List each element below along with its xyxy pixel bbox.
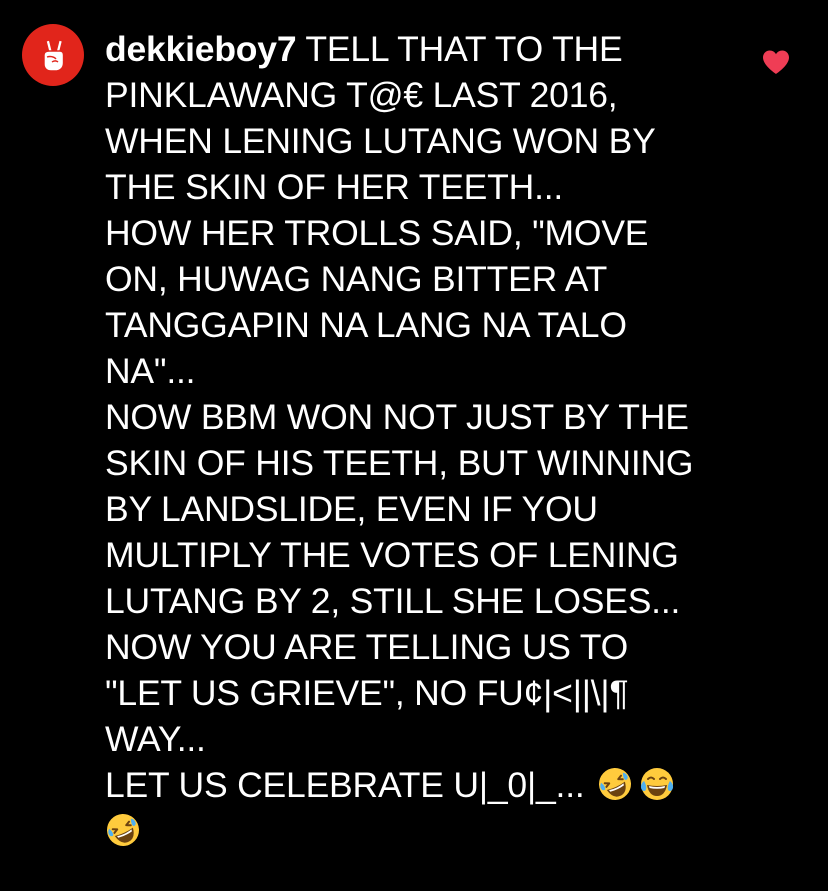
comment-line: ON, HUWAG NANG BITTER AT: [105, 259, 608, 299]
comment-line: NOW BBM WON NOT JUST BY THE: [105, 397, 689, 437]
comment-line: SKIN OF HIS TEETH, BUT WINNING: [105, 443, 694, 483]
comment-line: dekkieboy7 TELL THAT TO THE: [105, 29, 623, 69]
comment-line: LUTANG BY 2, STILL SHE LOSES...: [105, 581, 681, 621]
comment-text: dekkieboy7 TELL THAT TO THE PINKLAWANG T…: [105, 26, 745, 854]
comment-line: PINKLAWANG T@€ LAST 2016,: [105, 75, 618, 115]
victory-hand-icon: [43, 39, 65, 72]
comment-line: NA"...: [105, 351, 196, 391]
heart-icon[interactable]: [761, 48, 791, 76]
comment-line: MULTIPLY THE VOTES OF LENING: [105, 535, 679, 575]
comment-line: LET US CELEBRATE U|_0|_...: [105, 762, 745, 808]
comment-line: [105, 808, 745, 854]
comment-line: "LET US GRIEVE", NO FU¢|<||\|¶: [105, 673, 629, 713]
face-with-tears-of-joy-emoji: [640, 768, 673, 800]
comment-line: WHEN LENING LUTANG WON BY: [105, 121, 656, 161]
comment-line: THE SKIN OF HER TEETH...: [105, 167, 564, 207]
rolling-on-floor-laughing-emoji: [107, 814, 139, 846]
comment-line: WAY...: [105, 719, 206, 759]
comment-line: TANGGAPIN NA LANG NA TALO: [105, 305, 627, 345]
rolling-on-floor-laughing-emoji: [598, 768, 631, 800]
comment-line: NOW YOU ARE TELLING US TO: [105, 627, 629, 667]
comment-line: BY LANDSLIDE, EVEN IF YOU: [105, 489, 598, 529]
username[interactable]: dekkieboy7: [105, 29, 297, 69]
comment: dekkieboy7 TELL THAT TO THE PINKLAWANG T…: [22, 24, 828, 891]
comment-line: HOW HER TROLLS SAID, "MOVE: [105, 213, 649, 253]
avatar[interactable]: [22, 24, 84, 86]
